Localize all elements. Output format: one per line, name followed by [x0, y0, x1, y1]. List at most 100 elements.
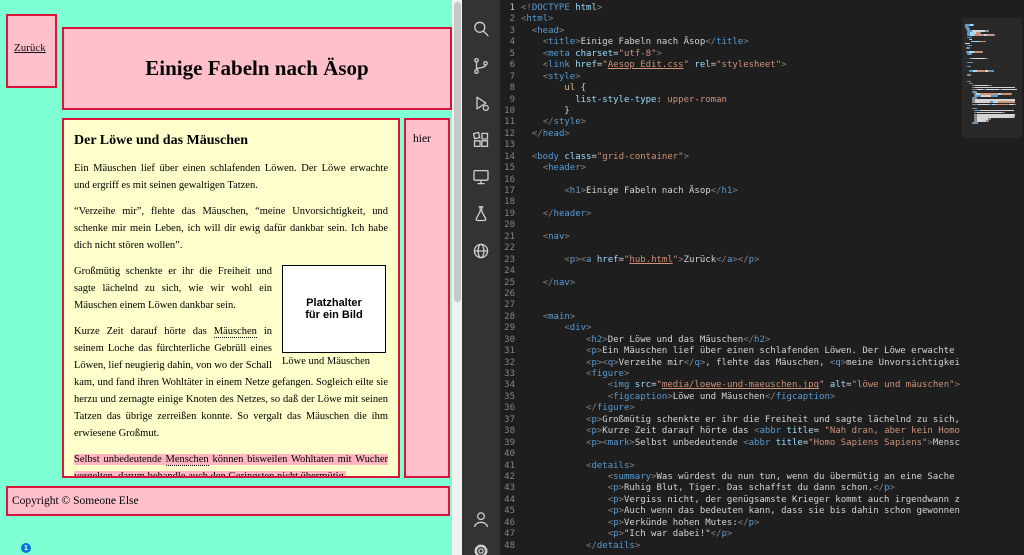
- back-link[interactable]: Zurück: [14, 42, 46, 54]
- line-number[interactable]: 45: [500, 506, 515, 517]
- code-line[interactable]: [521, 243, 960, 254]
- line-number[interactable]: 14: [500, 152, 515, 163]
- code-line[interactable]: <summary>Was würdest du nun tun, wenn du…: [521, 472, 960, 483]
- code-line[interactable]: <nav>: [521, 232, 960, 243]
- code-line[interactable]: <p>Kurze Zeit darauf hörte das <abbr tit…: [521, 426, 960, 437]
- code-line[interactable]: <details>: [521, 461, 960, 472]
- code-line[interactable]: <p>Verkünde hohen Mutes:</p>: [521, 518, 960, 529]
- code-line[interactable]: </head>: [521, 129, 960, 140]
- line-number[interactable]: 8: [500, 83, 515, 94]
- run-debug-icon[interactable]: [470, 92, 492, 114]
- line-number[interactable]: 22: [500, 243, 515, 254]
- code-line[interactable]: [521, 197, 960, 208]
- line-number[interactable]: 17: [500, 186, 515, 197]
- line-number[interactable]: 1: [500, 3, 515, 14]
- line-number[interactable]: 43: [500, 483, 515, 494]
- line-number[interactable]: 48: [500, 541, 515, 552]
- code-line[interactable]: <p>Ein Mäuschen lief über einen schlafen…: [521, 346, 960, 357]
- live-preview-icon[interactable]: [470, 240, 492, 262]
- line-number[interactable]: 40: [500, 449, 515, 460]
- code-line[interactable]: list-style-type: upper-roman: [521, 95, 960, 106]
- preview-scrollbar[interactable]: [452, 0, 462, 555]
- line-number[interactable]: 3: [500, 26, 515, 37]
- line-number[interactable]: 24: [500, 266, 515, 277]
- editor-code[interactable]: <!DOCTYPE html><html> <head> <title>Eini…: [521, 3, 960, 555]
- line-number[interactable]: 11: [500, 117, 515, 128]
- line-number[interactable]: 44: [500, 495, 515, 506]
- line-number[interactable]: 29: [500, 323, 515, 334]
- code-line[interactable]: <p>Großmütig schenkte er ihr die Freihei…: [521, 415, 960, 426]
- extensions-icon[interactable]: [470, 129, 492, 151]
- line-number[interactable]: 16: [500, 175, 515, 186]
- code-line[interactable]: <html>: [521, 14, 960, 25]
- code-line[interactable]: <head>: [521, 26, 960, 37]
- line-number[interactable]: 38: [500, 426, 515, 437]
- code-line[interactable]: <p>Auch wenn das bedeuten kann, dass sie…: [521, 506, 960, 517]
- code-line[interactable]: [521, 220, 960, 231]
- code-line[interactable]: </details>: [521, 541, 960, 552]
- line-number[interactable]: 18: [500, 197, 515, 208]
- remote-explorer-icon[interactable]: [470, 166, 492, 188]
- line-number[interactable]: 12: [500, 129, 515, 140]
- code-line[interactable]: <figure>: [521, 369, 960, 380]
- line-number[interactable]: 2: [500, 14, 515, 25]
- code-line[interactable]: <figcaption>Löwe und Mäuschen</figcaptio…: [521, 392, 960, 403]
- line-number[interactable]: 47: [500, 529, 515, 540]
- code-line[interactable]: </style>: [521, 117, 960, 128]
- code-line[interactable]: <body class="grid-container">: [521, 152, 960, 163]
- code-line[interactable]: <h1>Einige Fabeln nach Äsop</h1>: [521, 186, 960, 197]
- code-line[interactable]: <link href="Aesop Edit.css" rel="stylesh…: [521, 60, 960, 71]
- code-line[interactable]: <p><a href="hub.html">Zurück</a></p>: [521, 255, 960, 266]
- code-line[interactable]: </header>: [521, 209, 960, 220]
- scrollbar-thumb[interactable]: [454, 2, 461, 302]
- search-icon[interactable]: [470, 18, 492, 40]
- code-line[interactable]: <h2>Der Löwe und das Mäuschen</h2>: [521, 335, 960, 346]
- line-number[interactable]: 5: [500, 49, 515, 60]
- code-line[interactable]: }: [521, 106, 960, 117]
- line-number[interactable]: 15: [500, 163, 515, 174]
- code-line[interactable]: [521, 266, 960, 277]
- line-number[interactable]: 4: [500, 37, 515, 48]
- line-number[interactable]: 30: [500, 335, 515, 346]
- code-line[interactable]: [521, 175, 960, 186]
- account-icon[interactable]: [470, 508, 492, 530]
- code-line[interactable]: <p><mark>Selbst unbedeutende <abbr title…: [521, 438, 960, 449]
- line-number[interactable]: 19: [500, 209, 515, 220]
- code-line[interactable]: <!DOCTYPE html>: [521, 3, 960, 14]
- code-line[interactable]: <p><q>Verzeihe mir</q>, flehte das Mäusc…: [521, 358, 960, 369]
- line-number[interactable]: 28: [500, 312, 515, 323]
- line-number[interactable]: 27: [500, 300, 515, 311]
- line-number[interactable]: 6: [500, 60, 515, 71]
- code-line[interactable]: <p>Ruhig Blut, Tiger. Das schaffst du da…: [521, 483, 960, 494]
- code-line[interactable]: [521, 449, 960, 460]
- code-line[interactable]: [521, 300, 960, 311]
- testing-icon[interactable]: [470, 203, 492, 225]
- line-number[interactable]: 21: [500, 232, 515, 243]
- line-number[interactable]: 23: [500, 255, 515, 266]
- code-line[interactable]: <p>"Ich war dabei!"</p>: [521, 529, 960, 540]
- code-line[interactable]: [521, 289, 960, 300]
- line-number[interactable]: 20: [500, 220, 515, 231]
- source-control-icon[interactable]: [470, 55, 492, 77]
- settings-gear-icon[interactable]: [470, 540, 492, 555]
- line-number[interactable]: 31: [500, 346, 515, 357]
- line-number[interactable]: 25: [500, 278, 515, 289]
- minimap[interactable]: [962, 0, 1022, 555]
- code-line[interactable]: <img src="media/loewe-und-maeuschen.jpg"…: [521, 380, 960, 391]
- line-number[interactable]: 26: [500, 289, 515, 300]
- code-line[interactable]: <div>: [521, 323, 960, 334]
- code-line[interactable]: ul {: [521, 83, 960, 94]
- code-line[interactable]: [521, 140, 960, 151]
- code-line[interactable]: <style>: [521, 72, 960, 83]
- code-line[interactable]: <title>Einige Fabeln nach Äsop</title>: [521, 37, 960, 48]
- code-line[interactable]: <main>: [521, 312, 960, 323]
- line-number[interactable]: 41: [500, 461, 515, 472]
- line-number[interactable]: 37: [500, 415, 515, 426]
- code-line[interactable]: </figure>: [521, 403, 960, 414]
- line-number[interactable]: 33: [500, 369, 515, 380]
- code-line[interactable]: <header>: [521, 163, 960, 174]
- line-number[interactable]: 34: [500, 380, 515, 391]
- line-number[interactable]: 46: [500, 518, 515, 529]
- code-line[interactable]: <meta charset="utf-8">: [521, 49, 960, 60]
- line-number[interactable]: 42: [500, 472, 515, 483]
